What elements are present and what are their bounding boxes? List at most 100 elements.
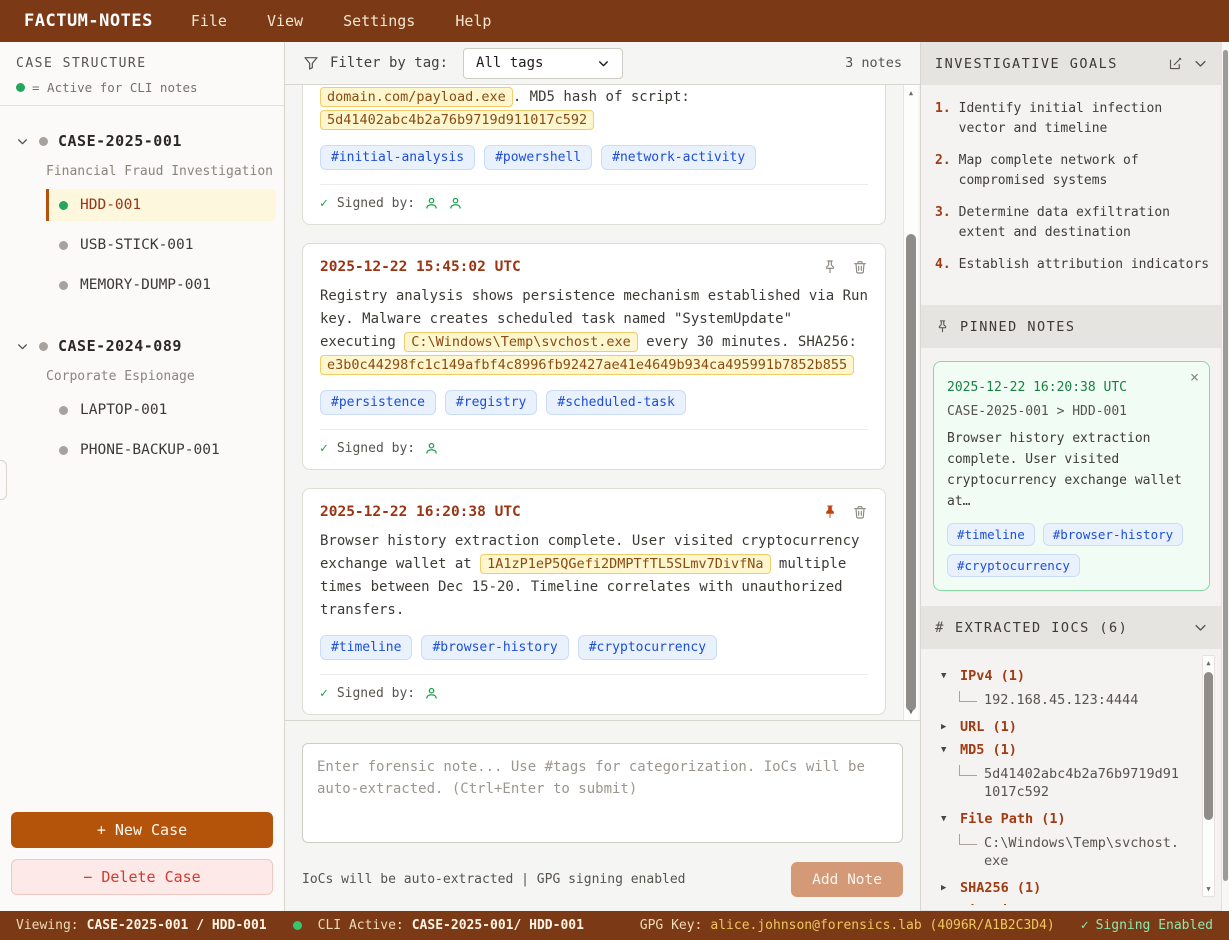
pin-icon[interactable] [822, 259, 838, 275]
note-text: domain.com/payload.exe. MD5 hash of scri… [320, 86, 868, 132]
ioc-group-url[interactable]: ▶URL (1) [941, 719, 1196, 735]
case-dot-icon [39, 342, 48, 351]
evidence-item-usb-stick-001[interactable]: USB-STICK-001 [46, 229, 276, 261]
note-card: 2025-12-22 16:20:38 UTCBrowser history e… [302, 488, 886, 715]
evidence-item-phone-backup-001[interactable]: PHONE-BACKUP-001 [46, 434, 276, 466]
check-icon: ✓ [1081, 918, 1089, 933]
legend-text: = Active for CLI notes [32, 80, 198, 95]
trash-icon[interactable] [852, 504, 868, 520]
tag-chip[interactable]: #persistence [320, 390, 436, 415]
ioc-value: 192.168.45.123:4444 [984, 691, 1138, 709]
menu-item-view[interactable]: View [267, 12, 303, 30]
note-tags: #timeline #browser-history #cryptocurrency [320, 635, 868, 660]
tag-chip[interactable]: #network-activity [601, 145, 756, 170]
evidence-item-laptop-001[interactable]: LAPTOP-001 [46, 394, 276, 426]
ioc-highlight[interactable]: e3b0c44298fc1c149afbf4c8996fb92427ae41e4… [320, 355, 854, 375]
evidence-label: USB-STICK-001 [80, 237, 194, 253]
goals-list: 1.Identify initial infection vector and … [921, 85, 1222, 305]
goal-number: 4. [935, 255, 951, 275]
trash-icon[interactable] [852, 259, 868, 275]
add-note-button[interactable]: Add Note [791, 862, 903, 897]
ioc-group-bitcoin[interactable]: ▶Bitcoin (1) [941, 903, 1196, 905]
ioc-highlight[interactable]: domain.com/payload.exe [320, 87, 513, 107]
ioc-category-label: URL (1) [960, 719, 1017, 735]
pin-icon[interactable] [822, 504, 838, 520]
ioc-highlight[interactable]: C:\Windows\Temp\svchost.exe [404, 332, 637, 352]
tag-chip[interactable]: #cryptocurrency [947, 554, 1080, 577]
case-subtitle: Corporate Espionage [46, 369, 276, 384]
cli-active-legend: = Active for CLI notes [16, 80, 268, 95]
tag-chip[interactable]: #cryptocurrency [578, 635, 717, 660]
signer-user-icon [448, 196, 463, 211]
ioc-category-label: Bitcoin (1) [960, 903, 1049, 905]
ioc-highlight[interactable]: 1A1zP1eP5QGefi2DMPTfTL5SLmv7DivfNa [480, 554, 770, 574]
notes-scrollbar-thumb[interactable] [906, 234, 916, 711]
case-row[interactable]: CASE-2025-001 [16, 132, 276, 150]
ioc-value-row[interactable]: 5d41402abc4b2a76b9719d911017c592 [959, 765, 1196, 801]
ioc-group-ipv4[interactable]: ▼IPv4 (1) [941, 668, 1196, 684]
case-row[interactable]: CASE-2024-089 [16, 337, 276, 355]
tag-filter-select[interactable]: All tags [463, 48, 623, 79]
tag-chip[interactable]: #timeline [947, 523, 1035, 546]
scroll-down-icon[interactable]: ▼ [1206, 882, 1210, 896]
ioc-scrollbar-thumb[interactable] [1204, 672, 1213, 820]
sidebar-scrollbar[interactable] [1221, 42, 1229, 911]
scroll-up-icon[interactable]: ▲ [909, 85, 913, 101]
scroll-down-icon[interactable]: ▼ [909, 704, 913, 720]
notes-scrollbar[interactable]: ▲ ▼ [903, 85, 918, 720]
evidence-item-memory-dump-001[interactable]: MEMORY-DUMP-001 [46, 269, 276, 301]
ioc-value-row[interactable]: C:\Windows\Temp\svchost.exe [959, 834, 1196, 870]
scroll-up-icon[interactable]: ▲ [1206, 656, 1210, 670]
triangle-down-icon: ▼ [941, 814, 952, 824]
app-logo: FACTUM-NOTES [24, 11, 153, 31]
pinned-note-tags: #timeline #browser-history #cryptocurrency [947, 523, 1196, 577]
note-input[interactable] [302, 743, 903, 843]
note-tags: #initial-analysis #powershell #network-act… [320, 145, 868, 170]
tag-chip[interactable]: #browser-history [421, 635, 568, 660]
ioc-group-sha256[interactable]: ▶SHA256 (1) [941, 880, 1196, 896]
tag-chip[interactable]: #timeline [320, 635, 412, 660]
tag-chip[interactable]: #powershell [484, 145, 592, 170]
delete-case-button[interactable]: − Delete Case [11, 859, 273, 895]
ioc-category-label: MD5 (1) [960, 742, 1017, 758]
notes-count: 3 notes [845, 55, 902, 71]
ioc-category-label: File Path (1) [960, 811, 1066, 827]
ioc-scrollbar[interactable]: ▲ ▼ [1202, 655, 1215, 897]
menu-item-file[interactable]: File [191, 12, 227, 30]
ioc-group-md5[interactable]: ▼MD5 (1) [941, 742, 1196, 758]
ioc-highlight[interactable]: 5d41402abc4b2a76b9719d911017c592 [320, 110, 594, 130]
menu-item-settings[interactable]: Settings [343, 12, 415, 30]
note-card: 2025-12-22 15:45:02 UTCRegistry analysis… [302, 243, 886, 470]
tag-chip[interactable]: #scheduled-task [546, 390, 685, 415]
ioc-group-file[interactable]: ▼ File Path (1) [941, 811, 1196, 827]
pinned-note-timestamp: 2025-12-22 16:20:38 UTC [947, 380, 1196, 395]
tag-chip[interactable]: #initial-analysis [320, 145, 475, 170]
tag-chip[interactable]: #registry [445, 390, 537, 415]
iocs-title: EXTRACTED IOCS (6) [955, 620, 1128, 636]
new-case-button[interactable]: + New Case [11, 812, 273, 848]
cli-active-label: CLI Active: [318, 918, 404, 933]
goal-text: Map complete network of compromised syst… [959, 151, 1210, 191]
cli-active-indicator-icon [293, 921, 302, 930]
gpg-key-label: GPG Key: [640, 918, 703, 933]
composer-footer: IoCs will be auto-extracted | GPG signin… [302, 862, 903, 897]
context-sidebar: INVESTIGATIVE GOALS 1.Identify initial i… [920, 42, 1229, 911]
goal-number: 3. [935, 203, 951, 243]
edit-goals-icon[interactable] [1168, 56, 1183, 71]
collapse-iocs-icon[interactable] [1193, 620, 1208, 635]
evidence-item-hdd-001[interactable]: HDD-001 [46, 189, 276, 221]
signed-by-label: Signed by: [337, 196, 415, 211]
case-structure-sidebar: CASE STRUCTURE = Active for CLI notes CA… [0, 42, 285, 911]
close-icon[interactable]: × [1190, 368, 1199, 386]
menu-item-help[interactable]: Help [455, 12, 491, 30]
signed-by-row: ✓Signed by: [320, 674, 868, 701]
goal-text: Establish attribution indicators [959, 255, 1209, 275]
sidebar-scrollbar-thumb[interactable] [1223, 50, 1228, 881]
ioc-value-row[interactable]: 192.168.45.123:4444 [959, 691, 1196, 709]
chevron-down-icon [16, 135, 29, 148]
sidebar-scrollbar-thumb[interactable] [0, 460, 7, 500]
case-id: CASE-2025-001 [58, 132, 182, 150]
tag-chip[interactable]: #browser-history [1043, 523, 1183, 546]
collapse-goals-icon[interactable] [1193, 56, 1208, 71]
menubar: FACTUM-NOTES File View Settings Help [0, 0, 1229, 42]
